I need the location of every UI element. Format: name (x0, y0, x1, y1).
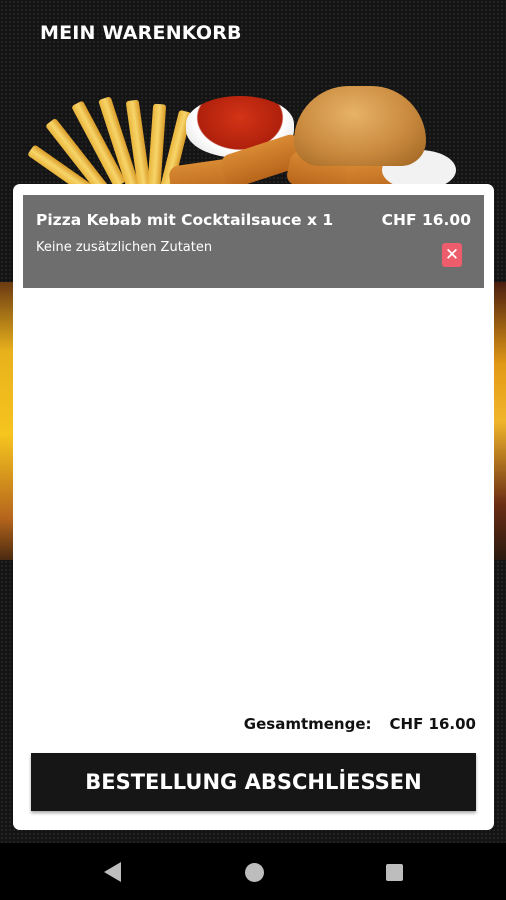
burger (294, 86, 426, 166)
recents-button[interactable] (383, 861, 405, 883)
total-value: CHF 16.00 (389, 715, 476, 733)
cart-card: Pizza Kebab mit Cocktailsauce x 1 CHF 16… (13, 184, 494, 830)
cart-item-price: CHF 16.00 (381, 211, 471, 229)
home-button[interactable] (243, 861, 265, 883)
android-nav-bar (0, 843, 506, 900)
close-icon: ✕ (444, 244, 460, 265)
back-icon (103, 862, 121, 882)
back-button[interactable] (101, 861, 123, 883)
recents-icon (385, 863, 403, 881)
background-image-left (0, 282, 14, 560)
cart-item-title: Pizza Kebab mit Cocktailsauce x 1 (36, 211, 334, 229)
checkout-button[interactable]: BESTELLUNG ABSCHLİESSEN (31, 753, 476, 811)
home-icon (244, 862, 264, 882)
background-image-right (494, 282, 506, 560)
cart-screen: MEIN WARENKORB Pizza Kebab mit Cocktails… (0, 0, 506, 900)
remove-item-button[interactable]: ✕ (442, 243, 462, 267)
cart-item-extras: Keine zusätzlichen Zutaten (36, 240, 213, 255)
cart-item: Pizza Kebab mit Cocktailsauce x 1 CHF 16… (23, 195, 484, 288)
page-title: MEIN WARENKORB (40, 22, 242, 44)
total-label: Gesamtmenge: (243, 715, 372, 733)
total-row: Gesamtmenge: CHF 16.00 (244, 715, 476, 733)
